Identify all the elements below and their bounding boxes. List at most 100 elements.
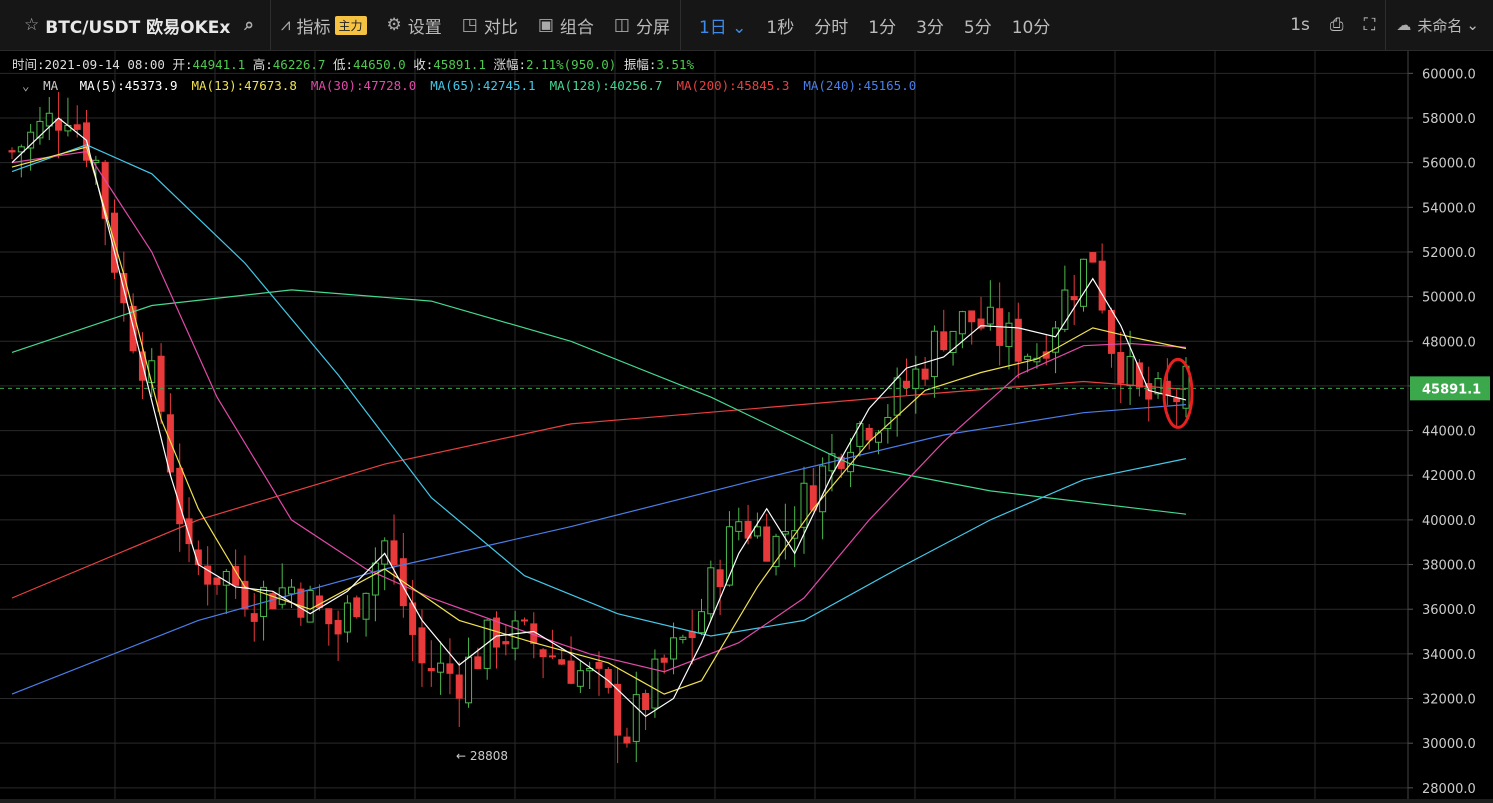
period-tab-6[interactable]: 10分: [1002, 0, 1061, 50]
candle-body: [781, 531, 789, 535]
candle-body: [670, 637, 678, 660]
y-tick-label: 44000.0: [1422, 425, 1476, 440]
candle-body: [148, 360, 156, 384]
candle-body: [986, 306, 994, 325]
y-tick-label: 30000.0: [1422, 737, 1476, 752]
y-tick-label: 50000.0: [1422, 291, 1476, 306]
time-value: 2021-09-14 08:00: [44, 57, 165, 72]
plot-background: [0, 51, 1493, 799]
ma-legend-item-1: MA(13):47673.8: [191, 78, 297, 93]
candle-body: [465, 656, 473, 704]
combo-button[interactable]: ▣ 组合: [528, 0, 604, 50]
ma-legend-item-5: MA(200):45845.3: [676, 78, 790, 93]
candle-body: [558, 659, 566, 665]
candle-body: [1173, 398, 1181, 403]
candle-body: [288, 586, 296, 595]
candle-body: [437, 662, 445, 673]
candle-body: [157, 355, 165, 412]
candle-body: [1014, 318, 1022, 362]
ma-legend-item-3: MA(65):42745.1: [430, 78, 536, 93]
period-tab-4[interactable]: 3分: [906, 0, 954, 50]
amplitude-label: 振幅:: [623, 57, 657, 72]
candle-body: [353, 597, 361, 618]
camera-icon[interactable]: ⎙: [1320, 0, 1354, 50]
candle-body: [660, 657, 668, 663]
candle-body: [64, 124, 72, 132]
candle-body: [800, 482, 808, 528]
candle-body: [623, 736, 631, 744]
split-button[interactable]: ◫ 分屏: [604, 0, 680, 50]
y-tick-label: 32000.0: [1422, 693, 1476, 708]
candle-body: [819, 465, 827, 513]
ma-legend-item-6: MA(240):45165.0: [803, 78, 917, 93]
y-tick-label: 60000.0: [1422, 67, 1476, 82]
period-tab-0[interactable]: 1日 ⌄: [689, 0, 756, 50]
candle-body: [753, 526, 761, 537]
candlestick-chart[interactable]: 28000.0 30000.0 32000.0 34000.0 36000.0 38000…: [0, 51, 1493, 799]
candle-body: [595, 661, 603, 669]
indicator-icon: ⩘: [280, 15, 291, 35]
candle-body: [930, 330, 938, 378]
layout-name-label: 未命名: [1417, 16, 1463, 35]
collapse-chevron-icon[interactable]: ⌄: [22, 78, 30, 93]
split-icon: ◫: [613, 15, 630, 35]
candle-body: [213, 577, 221, 585]
candle-body: [1154, 378, 1162, 395]
candle-body: [325, 608, 333, 625]
ma-legend-item-0: MA(5):45373.9: [79, 78, 178, 93]
combo-label: 组合: [559, 17, 594, 38]
close-value: 45891.1: [433, 57, 486, 72]
ma-legend-item-4: MA(128):40256.7: [549, 78, 663, 93]
period-tab-5[interactable]: 5分: [954, 0, 1002, 50]
candle-body: [297, 588, 305, 618]
candle-body: [1098, 260, 1106, 311]
candle-body: [548, 655, 556, 658]
fullscreen-icon[interactable]: ⛶: [1354, 0, 1386, 50]
candle-body: [45, 112, 53, 127]
candle-body: [604, 669, 612, 688]
period-tab-2[interactable]: 分时: [804, 0, 858, 50]
candle-body: [921, 368, 929, 380]
candle-body: [632, 694, 640, 742]
ma-legend: ⌄ MA MA(5):45373.9 MA(13):47673.8 MA(30):4…: [22, 78, 930, 93]
candle-body: [539, 649, 547, 658]
candle-body: [1080, 258, 1088, 307]
candle-body: [1126, 355, 1134, 387]
candle-body: [306, 589, 314, 623]
candle-body: [968, 310, 976, 323]
candle-body: [856, 423, 864, 447]
gear-icon: ⚙: [386, 15, 402, 35]
compare-icon: ◳: [461, 15, 478, 35]
candle-body: [940, 331, 948, 351]
candle-body: [390, 540, 398, 566]
search-icon[interactable]: ⌕: [244, 15, 254, 35]
period-tab-3[interactable]: 1分: [858, 0, 906, 50]
layout-name-button[interactable]: ☁ 未命名 ⌄: [1386, 0, 1493, 50]
chart-area[interactable]: 28000.0 30000.0 32000.0 34000.0 36000.0 38000…: [0, 51, 1493, 799]
candle-body: [763, 526, 771, 562]
settings-button[interactable]: ⚙ 设置: [377, 0, 452, 50]
y-tick-label: 52000.0: [1422, 246, 1476, 261]
period-tab-1[interactable]: 1秒: [756, 0, 804, 50]
y-tick-label: 38000.0: [1422, 559, 1476, 574]
time-label: 时间:: [12, 57, 45, 72]
chevron-down-icon: ⌄: [1466, 16, 1479, 34]
candle-body: [567, 660, 575, 684]
candle-body: [958, 311, 966, 335]
candle-body: [166, 414, 174, 473]
candle-body: [651, 658, 659, 709]
candle-body: [241, 580, 249, 610]
star-icon[interactable]: ☆: [24, 15, 39, 35]
candle-body: [1070, 296, 1078, 301]
symbol-selector[interactable]: ☆ BTC/USDT 欧易OKEx ⌕: [0, 0, 270, 50]
candle-body: [697, 611, 705, 634]
high-value: 46226.7: [272, 57, 326, 72]
candle-body: [455, 674, 463, 699]
interval-button[interactable]: 1s: [1280, 0, 1320, 50]
compare-button[interactable]: ◳ 对比: [452, 0, 528, 50]
candle-body: [902, 380, 910, 389]
candle-body: [8, 150, 16, 153]
candle-body: [334, 619, 342, 635]
indicator-button[interactable]: ⩘ 指标 主力: [271, 0, 377, 50]
toolbar-right: 1s ⎙ ⛶ ☁ 未命名 ⌄: [1280, 0, 1493, 50]
